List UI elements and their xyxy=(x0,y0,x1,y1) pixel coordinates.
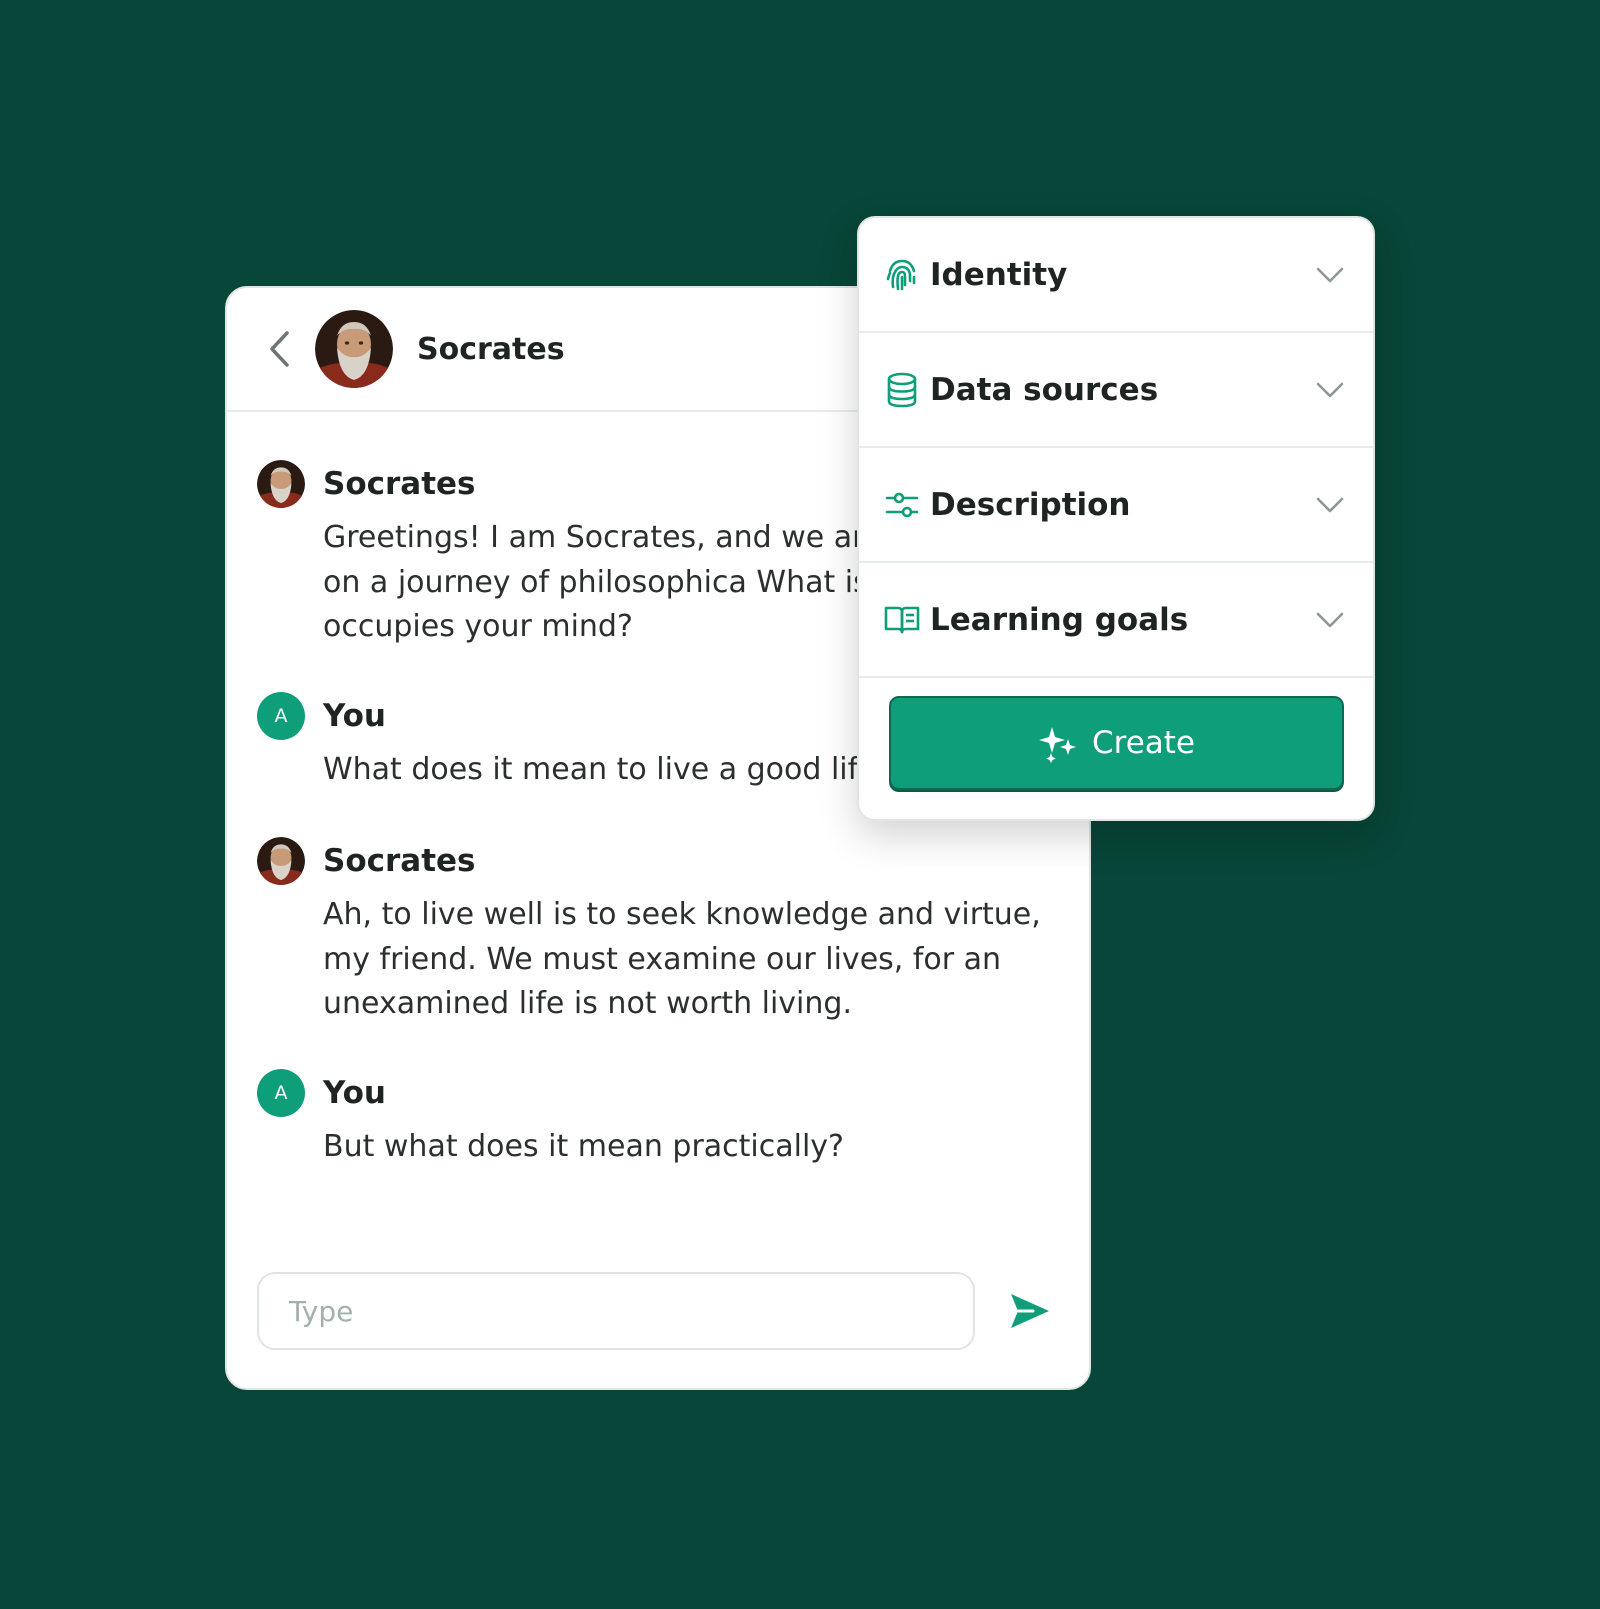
socrates-avatar xyxy=(257,460,305,508)
message-item: A You But what does it mean practically? xyxy=(257,1069,1089,1170)
send-button[interactable] xyxy=(1007,1288,1053,1334)
chevron-down-icon xyxy=(1315,605,1345,635)
fingerprint-icon xyxy=(883,256,921,294)
chevron-down-icon xyxy=(1315,375,1345,405)
user-avatar: A xyxy=(257,1069,305,1117)
message-input[interactable] xyxy=(257,1272,975,1350)
accordion-learning-goals[interactable]: Learning goals xyxy=(859,563,1373,678)
chevron-down-icon xyxy=(1315,260,1345,290)
user-avatar: A xyxy=(257,692,305,740)
database-icon xyxy=(883,371,921,409)
chat-title: Socrates xyxy=(417,331,565,367)
send-icon xyxy=(1011,1294,1049,1328)
message-text: Ah, to live well is to seek knowledge an… xyxy=(323,897,1041,1021)
create-button[interactable]: Create xyxy=(889,696,1344,790)
back-button[interactable] xyxy=(265,327,295,371)
book-icon xyxy=(883,601,921,639)
sparkles-icon xyxy=(1038,727,1076,763)
agent-settings-panel: Identity Data sources Description Learni… xyxy=(857,216,1375,821)
sliders-icon xyxy=(883,486,921,524)
accordion-description[interactable]: Description xyxy=(859,448,1373,563)
message-text: But what does it mean practically? xyxy=(323,1129,844,1164)
message-item: Socrates Ah, to live well is to seek kno… xyxy=(257,837,1089,1027)
accordion-label: Description xyxy=(930,486,1131,523)
accordion-label: Data sources xyxy=(930,371,1159,408)
accordion-label: Learning goals xyxy=(930,601,1189,638)
composer xyxy=(257,1272,1057,1354)
accordion-data-sources[interactable]: Data sources xyxy=(859,333,1373,448)
avatar xyxy=(315,310,393,388)
message-author: You xyxy=(323,1075,386,1111)
create-button-label: Create xyxy=(1091,725,1195,761)
accordion-label: Identity xyxy=(930,256,1068,293)
accordion-identity[interactable]: Identity xyxy=(859,218,1373,333)
chevron-left-icon xyxy=(270,331,289,367)
chevron-down-icon xyxy=(1315,490,1345,520)
message-author: Socrates xyxy=(323,843,476,879)
socrates-avatar xyxy=(257,837,305,885)
